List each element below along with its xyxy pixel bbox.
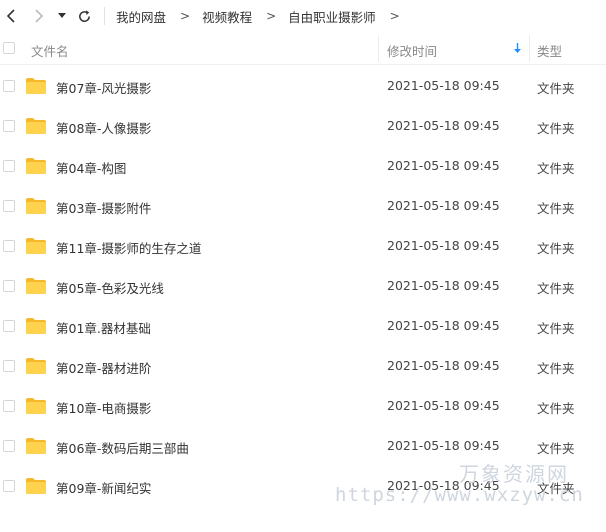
file-name[interactable]: 第11章-摄影师的生存之道: [56, 238, 201, 257]
file-type: 文件夹: [537, 281, 575, 296]
folder-icon: [26, 478, 46, 494]
file-type: 文件夹: [537, 201, 575, 216]
breadcrumb-item[interactable]: 我的网盘: [116, 7, 166, 26]
file-type: 文件夹: [537, 401, 575, 416]
file-name[interactable]: 第10章-电商摄影: [56, 398, 151, 417]
folder-icon: [26, 158, 46, 174]
watermark-url: https://www.wxzyw.cn: [335, 484, 584, 506]
folder-icon: [26, 278, 46, 294]
row-checkbox[interactable]: [3, 120, 15, 132]
file-type: 文件夹: [537, 321, 575, 336]
caret-down-icon: [58, 13, 66, 18]
folder-icon: [26, 78, 46, 94]
file-list-header: 文件名 修改时间 类型: [0, 33, 606, 65]
file-type: 文件夹: [537, 361, 575, 376]
sort-descending-icon[interactable]: [513, 42, 522, 54]
breadcrumb-separator: >: [389, 9, 400, 23]
file-name[interactable]: 第09章-新闻纪实: [56, 478, 151, 497]
folder-icon: [26, 318, 46, 334]
folder-icon: [26, 198, 46, 214]
row-checkbox[interactable]: [3, 200, 15, 212]
history-dropdown-button[interactable]: [55, 6, 69, 26]
file-name[interactable]: 第05章-色彩及光线: [56, 278, 164, 297]
breadcrumb: 我的网盘 > 视频教程 > 自由职业摄影师 >: [104, 0, 412, 32]
folder-icon: [26, 398, 46, 414]
file-row[interactable]: 第11章-摄影师的生存之道 2021-05-18 09:45 文件夹: [0, 226, 606, 266]
file-row[interactable]: 第10章-电商摄影 2021-05-18 09:45 文件夹: [0, 386, 606, 426]
file-name[interactable]: 第01章.器材基础: [56, 318, 151, 337]
file-modified-time: 2021-05-18 09:45: [387, 118, 500, 133]
file-modified-time: 2021-05-18 09:45: [387, 438, 500, 453]
forward-button[interactable]: [30, 6, 48, 26]
row-checkbox[interactable]: [3, 440, 15, 452]
watermark-text: 万象资源网: [459, 462, 569, 486]
file-modified-time: 2021-05-18 09:45: [387, 278, 500, 293]
file-row[interactable]: 第08章-人像摄影 2021-05-18 09:45 文件夹: [0, 106, 606, 146]
refresh-button[interactable]: [75, 6, 93, 26]
file-row[interactable]: 第01章.器材基础 2021-05-18 09:45 文件夹: [0, 306, 606, 346]
row-checkbox[interactable]: [3, 320, 15, 332]
chevron-left-icon: [6, 9, 15, 23]
file-row[interactable]: 第04章-构图 2021-05-18 09:45 文件夹: [0, 146, 606, 186]
file-name[interactable]: 第08章-人像摄影: [56, 118, 151, 137]
file-type: 文件夹: [537, 161, 575, 176]
file-type: 文件夹: [537, 441, 575, 456]
column-divider[interactable]: [378, 35, 379, 62]
file-row[interactable]: 第07章-风光摄影 2021-05-18 09:45 文件夹: [0, 66, 606, 106]
file-name[interactable]: 第02章-器材进阶: [56, 358, 151, 377]
navigation-bar: 我的网盘 > 视频教程 > 自由职业摄影师 >: [0, 0, 606, 32]
file-row[interactable]: 第05章-色彩及光线 2021-05-18 09:45 文件夹: [0, 266, 606, 306]
refresh-icon: [78, 9, 90, 22]
folder-icon: [26, 238, 46, 254]
file-row[interactable]: 第03章-摄影附件 2021-05-18 09:45 文件夹: [0, 186, 606, 226]
row-checkbox[interactable]: [3, 360, 15, 372]
breadcrumb-item[interactable]: 自由职业摄影师: [288, 7, 376, 26]
folder-icon: [26, 358, 46, 374]
folder-icon: [26, 438, 46, 454]
file-modified-time: 2021-05-18 09:45: [387, 158, 500, 173]
folder-icon: [26, 118, 46, 134]
row-checkbox[interactable]: [3, 480, 15, 492]
file-name[interactable]: 第07章-风光摄影: [56, 78, 151, 97]
file-name[interactable]: 第04章-构图: [56, 158, 126, 177]
breadcrumb-item[interactable]: 视频教程: [202, 7, 252, 26]
column-header-type[interactable]: 类型: [537, 41, 562, 60]
back-button[interactable]: [2, 6, 20, 26]
row-checkbox[interactable]: [3, 280, 15, 292]
file-name[interactable]: 第06章-数码后期三部曲: [56, 438, 189, 457]
row-checkbox[interactable]: [3, 160, 15, 172]
row-checkbox[interactable]: [3, 240, 15, 252]
file-row[interactable]: 第02章-器材进阶 2021-05-18 09:45 文件夹: [0, 346, 606, 386]
row-checkbox[interactable]: [3, 80, 15, 92]
chevron-right-icon: [35, 9, 44, 23]
select-all-checkbox[interactable]: [3, 42, 15, 54]
file-type: 文件夹: [537, 241, 575, 256]
file-name[interactable]: 第03章-摄影附件: [56, 198, 151, 217]
file-modified-time: 2021-05-18 09:45: [387, 78, 500, 93]
row-checkbox[interactable]: [3, 400, 15, 412]
column-header-time[interactable]: 修改时间: [387, 41, 437, 60]
file-type: 文件夹: [537, 121, 575, 136]
file-modified-time: 2021-05-18 09:45: [387, 318, 500, 333]
breadcrumb-separator: >: [266, 9, 277, 23]
column-header-name[interactable]: 文件名: [31, 41, 69, 60]
file-modified-time: 2021-05-18 09:45: [387, 238, 500, 253]
breadcrumb-separator: >: [180, 9, 191, 23]
file-modified-time: 2021-05-18 09:45: [387, 198, 500, 213]
file-modified-time: 2021-05-18 09:45: [387, 398, 500, 413]
file-modified-time: 2021-05-18 09:45: [387, 358, 500, 373]
column-divider[interactable]: [529, 35, 530, 62]
file-type: 文件夹: [537, 81, 575, 96]
